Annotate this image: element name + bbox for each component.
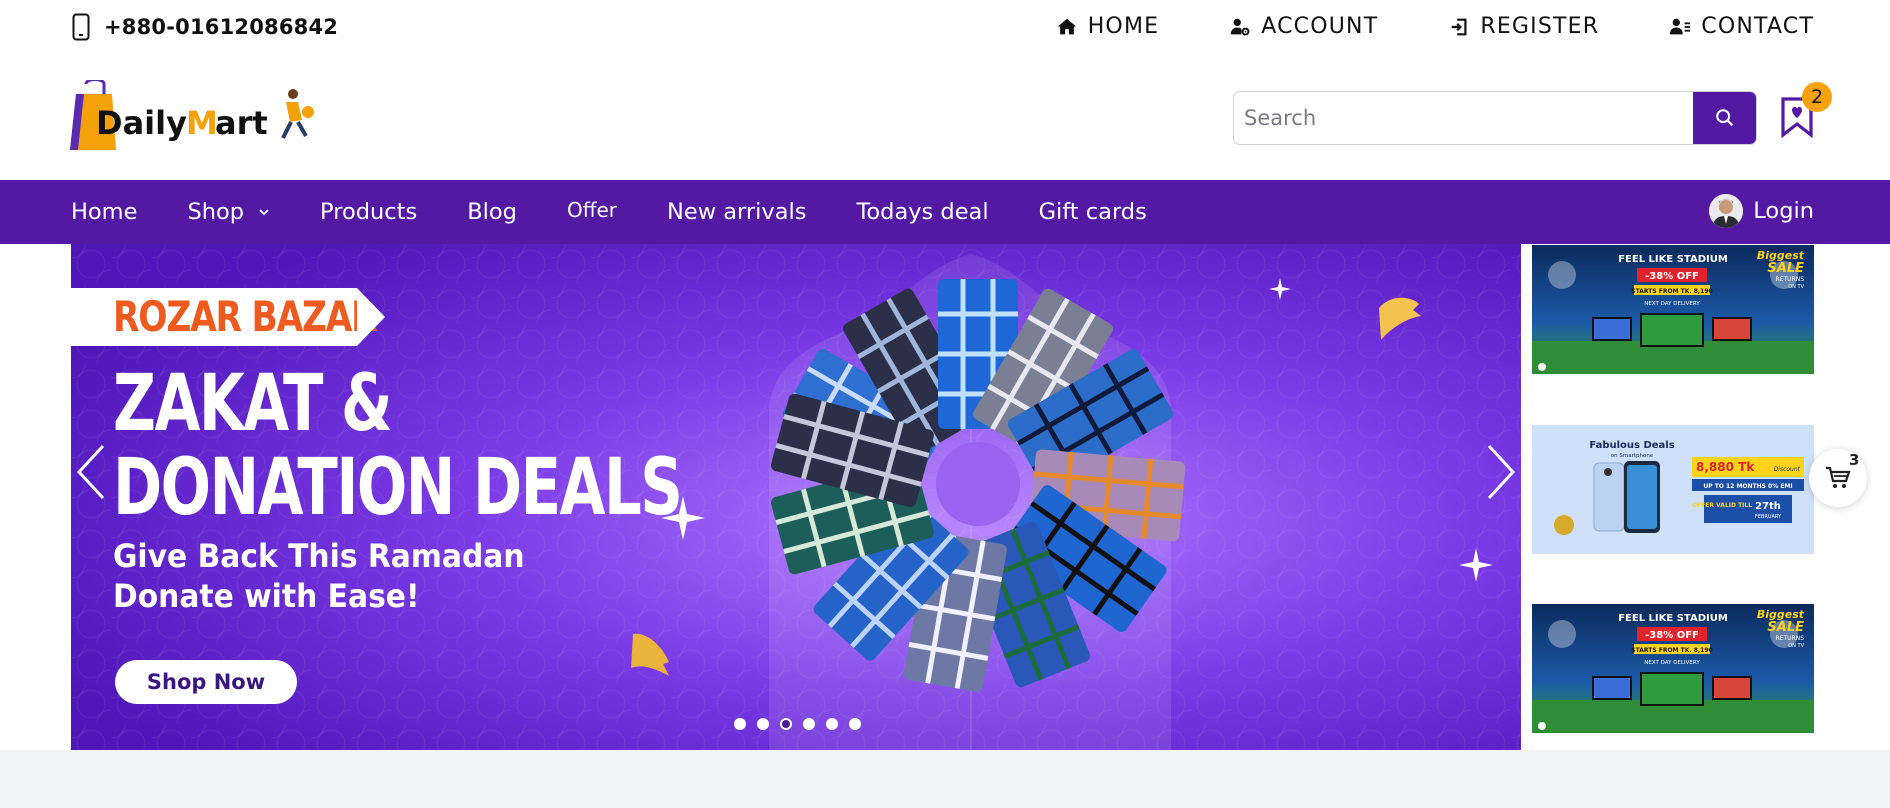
banner-3-badge: -38% OFF (1645, 630, 1699, 641)
top-link-account[interactable]: ACCOUNT (1229, 14, 1378, 39)
banner-3-corner-3: RETURNS (1776, 635, 1805, 642)
hero-subtext-line-2: Donate with Ease! (113, 577, 420, 615)
slider-prev-arrow-icon[interactable] (73, 442, 107, 502)
side-banner-tv-1[interactable]: FEEL LIKE STADIUM -38% OFF STARTS FROM T… (1532, 245, 1814, 374)
top-link-home[interactable]: HOME (1056, 14, 1160, 39)
top-link-contact-label: CONTACT (1701, 14, 1814, 39)
slider-dot[interactable] (757, 718, 769, 730)
login-label: Login (1753, 198, 1814, 224)
banner-2-title: Fabulous Deals (1589, 440, 1674, 451)
banner-1-title: FEEL LIKE STADIUM (1618, 254, 1728, 265)
slider-dot-active[interactable] (780, 718, 792, 730)
banner-2-offer: OFFER VALID TILL (1692, 502, 1752, 509)
slider-dot[interactable] (803, 718, 815, 730)
wishlist-count-badge: 2 (1802, 82, 1832, 112)
banner-1-corner-2: SALE (1767, 261, 1804, 276)
page: +880-01612086842 HOME ACCOUNT REGISTER C… (0, 0, 1890, 808)
user-avatar (1709, 194, 1744, 228)
top-bar: +880-01612086842 HOME ACCOUNT REGISTER C… (0, 0, 1890, 56)
nav-item-new-arrivals[interactable]: New arrivals (667, 199, 806, 225)
main-nav: Home Shop Products Blog Offer New arriva… (0, 180, 1890, 244)
left-gutter (0, 244, 71, 750)
slider-dot[interactable] (849, 718, 861, 730)
search-input[interactable] (1234, 92, 1694, 143)
banner-3-delivery: NEXT DAY DELIVERY (1644, 660, 1700, 666)
nav-item-gift-cards[interactable]: Gift cards (1039, 199, 1147, 225)
search-button[interactable] (1693, 92, 1756, 144)
banner-3-price: STARTS FROM TK. 8,190 (1631, 647, 1712, 654)
cart-count: 3 (1849, 451, 1860, 469)
hero-headline-line-1: ZAKAT & (113, 359, 393, 449)
top-links: HOME ACCOUNT REGISTER CONTACT (1056, 14, 1814, 39)
banner-2-price: 8,880 Tk (1696, 460, 1755, 474)
banner-1-badge: -38% OFF (1645, 271, 1699, 282)
banner-3-corner-2: SALE (1767, 620, 1804, 635)
phone-number: +880-01612086842 (104, 15, 339, 39)
search-bar (1233, 91, 1757, 145)
header: Daily M art 2 (0, 56, 1890, 180)
top-link-home-label: HOME (1087, 14, 1160, 39)
nav-item-home[interactable]: Home (71, 199, 137, 225)
hero-subtext-line-1: Give Back This Ramadan (113, 537, 525, 575)
floating-cart-button[interactable]: 3 (1809, 449, 1867, 507)
hero-tag: ROZAR BAZAR (71, 288, 385, 346)
contact-icon (1670, 18, 1691, 34)
banner-2-subtitle: on Smartphone (1611, 453, 1654, 459)
banner-3-corner-4: ON TV (1788, 643, 1804, 649)
banner-1-corner-4: ON TV (1788, 284, 1804, 290)
nav-item-shop[interactable]: Shop (187, 199, 270, 225)
login-link[interactable]: Login (1709, 194, 1814, 228)
nav-item-todays-deal[interactable]: Todays deal (856, 199, 988, 225)
svg-text:art: art (215, 104, 268, 142)
side-banner-smartphone[interactable]: Fabulous Deals on Smartphone 8,880 Tk Di… (1532, 425, 1814, 554)
top-link-account-label: ACCOUNT (1261, 14, 1379, 39)
banner-1-delivery: NEXT DAY DELIVERY (1644, 301, 1700, 307)
svg-text:Daily: Daily (96, 104, 187, 142)
nav-item-blog[interactable]: Blog (467, 199, 517, 225)
top-link-register-label: REGISTER (1480, 14, 1600, 39)
search-icon (1716, 109, 1734, 127)
slider-dots (734, 718, 861, 730)
hero-headline-line-2: DONATION DEALS (113, 443, 683, 533)
user-gear-icon (1231, 18, 1250, 36)
slider-dot[interactable] (734, 718, 746, 730)
top-link-register[interactable]: REGISTER (1448, 14, 1599, 39)
side-banner-tv-2[interactable]: FEEL LIKE STADIUM -38% OFF STARTS FROM T… (1532, 604, 1814, 733)
nav-item-shop-label: Shop (187, 199, 245, 225)
dailymart-logo[interactable]: Daily M art (70, 80, 315, 156)
chevron-down-icon (259, 209, 269, 216)
banner-2-date: 27th (1755, 501, 1781, 512)
banner-2-emi: UP TO 12 MONTHS 0% EMI (1703, 483, 1792, 490)
mobile-phone-icon (72, 13, 90, 41)
hero-subtext: Give Back This Ramadan Donate with Ease! (113, 536, 525, 616)
nav-item-offer[interactable]: Offer (567, 198, 617, 222)
home-icon (1057, 18, 1076, 34)
banner-1-corner-3: RETURNS (1776, 276, 1805, 283)
svg-text:M: M (186, 104, 218, 142)
slider-next-arrow-icon[interactable] (1485, 442, 1519, 502)
slider-dot[interactable] (826, 718, 838, 730)
banner-3-title: FEEL LIKE STADIUM (1618, 613, 1728, 624)
phone-contact[interactable]: +880-01612086842 (72, 13, 338, 41)
hero-headline: ZAKAT & DONATION DEALS (113, 359, 683, 533)
top-link-contact[interactable]: CONTACT (1669, 14, 1814, 39)
hero-tag-text: ROZAR BAZAR (113, 292, 378, 341)
sign-in-icon (1452, 18, 1467, 35)
banner-2-price-note: Discount (1774, 466, 1801, 473)
user-avatar-image (1709, 194, 1744, 228)
hero-slider: ROZAR BAZAR ZAKAT & DONATION DEALS Give … (71, 244, 1521, 750)
banner-2-month: FEBRUARY (1755, 514, 1782, 520)
shop-now-button[interactable]: Shop Now (115, 660, 297, 704)
nav-item-products[interactable]: Products (320, 199, 417, 225)
wishlist-button[interactable]: 2 (1780, 82, 1832, 139)
shopping-cart-icon (1826, 466, 1851, 488)
banner-1-price: STARTS FROM TK. 8,190 (1631, 288, 1712, 295)
